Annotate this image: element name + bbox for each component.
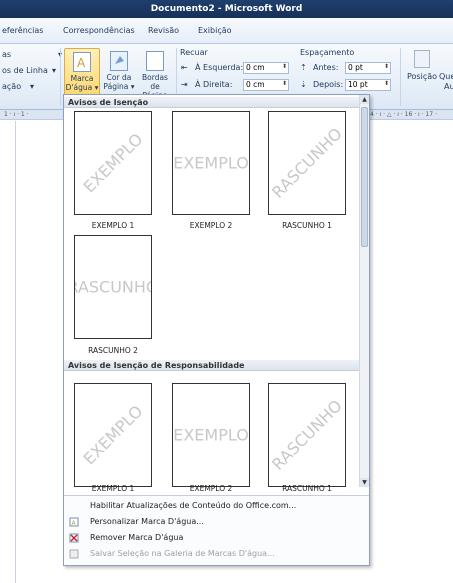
- bordas-pagina-label: Bordas: [142, 73, 168, 82]
- quebra-button[interactable]: Que: [439, 72, 453, 81]
- section-header: Avisos de Isenção de Responsabilidade: [64, 360, 361, 371]
- customize-watermark-item[interactable]: A Personalizar Marca D'água...: [64, 514, 369, 529]
- scroll-up-icon[interactable]: ▲: [360, 95, 369, 104]
- spacing-after-label: Depois:: [313, 80, 344, 89]
- watermark-custom-icon: A: [69, 517, 79, 527]
- scroll-thumb[interactable]: [361, 107, 368, 247]
- menu-item-label: Salvar Seleção na Galeria de Marcas D'ág…: [90, 549, 275, 558]
- group-separator: [400, 48, 401, 106]
- spinner-icon[interactable]: ⬍: [282, 62, 287, 72]
- indent-left-value: 0 cm: [246, 63, 265, 72]
- watermark-thumb-exemplo-1[interactable]: EXEMPLO: [74, 383, 152, 487]
- watermark-text: EXEMPLO: [173, 425, 249, 445]
- ribbon-left-item[interactable]: as: [2, 50, 11, 59]
- ruler-left-text: 1 · ı · 1 ·: [4, 111, 29, 118]
- dropdown-arrow-icon: ▾: [30, 82, 35, 91]
- scroll-down-icon[interactable]: ▼: [360, 478, 369, 487]
- thumb-caption: RASCUNHO 2: [88, 346, 138, 355]
- indent-right-icon: ⇥: [181, 80, 188, 89]
- marca-dagua-label-2: D'água: [65, 83, 93, 92]
- ruler-right-text: 4 · ı · △ · ı · 16 · ı · 17 ·: [370, 111, 437, 118]
- watermark-text: RASCUNHO: [268, 124, 346, 202]
- watermark-text: EXEMPLO: [79, 401, 147, 469]
- group-separator: [60, 48, 61, 106]
- watermark-thumb-exemplo-2[interactable]: EXEMPLO: [172, 383, 250, 487]
- spinner-icon[interactable]: ⬍: [384, 79, 389, 89]
- thumb-caption: EXEMPLO 2: [189, 221, 233, 230]
- menu-item-label: Habilitar Atualizações de Conteúdo do Of…: [90, 501, 297, 510]
- watermark-thumb-exemplo-1[interactable]: EXEMPLO: [74, 111, 152, 215]
- spacing-after-value: 10 pt: [348, 80, 368, 89]
- tab-correspondencias[interactable]: Correspondências: [63, 26, 135, 35]
- window-title: Documento2 - Microsoft Word: [0, 0, 453, 18]
- ribbon-tabs: eferências Correspondências Revisão Exib…: [0, 18, 453, 44]
- indent-right-label: À Direita:: [195, 80, 233, 89]
- page-margin-line: [15, 121, 16, 583]
- tab-referencias[interactable]: eferências: [2, 26, 43, 35]
- menu-item-label: Remover Marca D'água: [90, 533, 184, 542]
- watermark-text: EXEMPLO: [79, 129, 147, 197]
- ribbon-left-item[interactable]: os de Linha: [2, 66, 48, 75]
- indent-right-input[interactable]: 0 cm ⬍: [243, 79, 289, 91]
- spacing-before-label: Antes:: [313, 63, 339, 72]
- ribbon-left-item[interactable]: ação: [2, 82, 21, 91]
- watermark-text: RASCUNHO: [268, 396, 346, 474]
- tab-revisao[interactable]: Revisão: [148, 26, 179, 35]
- section-header: Avisos de Isenção: [64, 97, 361, 108]
- cor-pagina-label-2: Página: [103, 82, 129, 91]
- tab-exibicao[interactable]: Exibição: [198, 26, 232, 35]
- bordas-pagina-button[interactable]: Bordas de Página: [137, 48, 173, 100]
- spacing-after-icon: ⇣: [300, 80, 307, 89]
- espacamento-label: Espaçamento: [300, 48, 355, 57]
- spinner-icon[interactable]: ⬍: [282, 79, 287, 89]
- remove-watermark-item[interactable]: Remover Marca D'água: [64, 530, 369, 545]
- recuar-label: Recuar: [180, 48, 208, 57]
- thumb-caption: RASCUNHO 1: [282, 221, 332, 230]
- save-to-gallery-item: Salvar Seleção na Galeria de Marcas D'ág…: [64, 546, 369, 561]
- indent-left-icon: ⇤: [181, 63, 188, 72]
- cor-pagina-label: Cor da: [106, 73, 132, 82]
- svg-text:A: A: [77, 56, 86, 70]
- gallery-menu: Habilitar Atualizações de Conteúdo do Of…: [64, 495, 369, 565]
- menu-item-label: Personalizar Marca D'água...: [90, 517, 204, 526]
- page-color-icon: [110, 51, 128, 71]
- indent-left-label: À Esquerda:: [195, 63, 244, 72]
- watermark-thumb-exemplo-2[interactable]: EXEMPLO: [172, 111, 250, 215]
- marca-dagua-button[interactable]: A Marca D'água ▾: [64, 48, 100, 100]
- position-icon: [414, 50, 430, 68]
- dropdown-arrow-icon: ▾: [52, 66, 57, 75]
- watermark-text: EXEMPLO: [173, 153, 249, 173]
- spacing-before-icon: ⇡: [300, 63, 307, 72]
- watermark-text: RASCUNHO: [75, 277, 151, 297]
- spacing-before-value: 0 pt: [348, 63, 363, 72]
- indent-left-input[interactable]: 0 cm ⬍: [243, 62, 289, 74]
- thumb-caption: RASCUNHO 1: [282, 484, 332, 493]
- watermark-thumb-rascunho-1[interactable]: RASCUNHO: [268, 111, 346, 215]
- thumb-caption: EXEMPLO 2: [189, 484, 233, 493]
- watermark-thumb-rascunho-2[interactable]: RASCUNHO: [74, 235, 152, 339]
- cor-pagina-button[interactable]: Cor da Página ▾: [101, 48, 137, 100]
- spinner-icon[interactable]: ⬍: [384, 62, 389, 72]
- indent-right-value: 0 cm: [246, 80, 265, 89]
- page-borders-icon: [146, 51, 164, 71]
- gallery-scrollbar[interactable]: ▲ ▼: [359, 95, 369, 487]
- watermark-thumb-rascunho-1[interactable]: RASCUNHO: [268, 383, 346, 487]
- marca-dagua-label: Marca: [70, 74, 94, 83]
- watermark-icon: A: [73, 52, 91, 72]
- posicao-button[interactable]: Posição: [407, 72, 437, 81]
- watermark-gallery[interactable]: Avisos de Isenção EXEMPLO EXEMPLO 1 EXEM…: [63, 94, 370, 566]
- save-gallery-icon: [69, 549, 79, 559]
- watermark-remove-icon: [69, 533, 79, 543]
- enable-content-updates-item[interactable]: Habilitar Atualizações de Conteúdo do Of…: [64, 498, 369, 513]
- thumb-caption: EXEMPLO 1: [91, 484, 135, 493]
- thumb-caption: EXEMPLO 1: [91, 221, 135, 230]
- spacing-after-input[interactable]: 10 pt ⬍: [345, 79, 391, 91]
- spacing-before-input[interactable]: 0 pt ⬍: [345, 62, 391, 74]
- auto-button[interactable]: Au: [444, 82, 453, 91]
